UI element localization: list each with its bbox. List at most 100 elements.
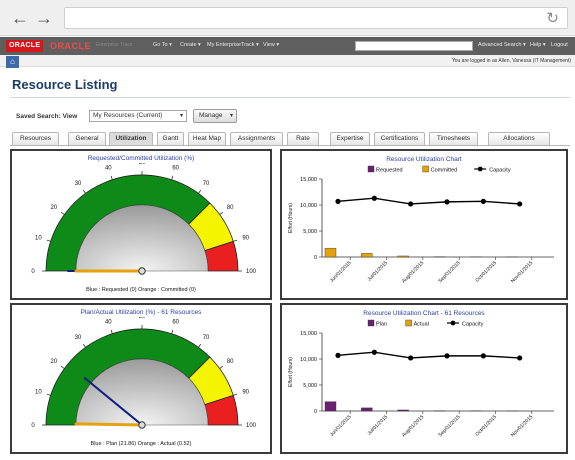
manage-button-label: Manage	[199, 112, 223, 119]
tab-rate[interactable]: Rate	[287, 132, 319, 145]
menu-create[interactable]: Create ▾	[180, 42, 201, 48]
capacity-point	[444, 353, 450, 359]
menu-go-to[interactable]: Go To ▾	[153, 42, 172, 48]
gauge-tick	[60, 365, 65, 369]
capacity-point	[371, 349, 377, 355]
help-link[interactable]: Help ▾	[530, 42, 546, 48]
global-search-input[interactable]	[355, 41, 473, 51]
manage-button[interactable]: Manage ▾	[193, 109, 237, 123]
y-tick-label: 0	[314, 255, 317, 261]
x-tick-label: Jun/01/2015	[329, 260, 353, 284]
tab-assignments[interactable]: Assignments	[230, 132, 283, 145]
plan-actual-gauge-panel: Plan/Actual Utilization (%) - 61 Resourc…	[10, 303, 272, 454]
legend-marker	[450, 320, 456, 326]
gauge-tick	[198, 343, 202, 348]
gauge-tick-label: 70	[203, 335, 210, 341]
gauge-tick	[60, 211, 65, 215]
tabs-divider	[10, 145, 570, 146]
legend-label: Plan	[376, 322, 387, 328]
gauge-tick-label: 100	[246, 269, 257, 275]
bar	[397, 255, 409, 258]
gauge-tick	[82, 343, 86, 348]
logged-in-text: You are logged in as Allen, Vanessa (IT …	[451, 58, 571, 64]
capacity-point	[408, 201, 414, 207]
capacity-point	[517, 201, 523, 207]
resource-utilization-chart: Resource Utilization Chart Requested Commi…	[288, 156, 554, 284]
bar	[324, 247, 337, 258]
view-select[interactable]: My Resources (Current) ▾	[89, 110, 187, 122]
app-header: ORACLE ORACLE Enterprise Track Go To ▾ C…	[0, 37, 575, 55]
view-select-value: My Resources (Current)	[93, 112, 163, 119]
gauge-tick-label: 20	[50, 359, 57, 365]
legend-label: Requested	[376, 168, 403, 174]
browser-toolbar: ← → ↻	[0, 0, 575, 36]
gauge-tick-label: 70	[203, 181, 210, 187]
advanced-search-link[interactable]: Advanced Search ▾	[478, 42, 526, 48]
gauge-caption: Blue : Plan (21.86) Orange : Actual (0.5…	[90, 441, 192, 447]
tab-gantt[interactable]: Gantt	[157, 132, 184, 145]
tab-general[interactable]: General	[68, 132, 106, 145]
address-bar[interactable]: ↻	[64, 7, 568, 29]
y-tick-label: 5,000	[303, 383, 317, 389]
tab-certifications[interactable]: Certifications	[374, 132, 425, 145]
gauge-tick	[233, 239, 238, 242]
bar	[361, 407, 373, 412]
tab-allocations[interactable]: Allocations	[488, 132, 550, 145]
gauge-chart: 0 10 20 30 40 50 60 70 80 90 100	[31, 317, 256, 429]
gauge-tick-label: 60	[172, 165, 179, 171]
menu-my-enterprisetrack[interactable]: My EnterpriseTrack ▾	[207, 42, 259, 48]
back-arrow-icon[interactable]: ←	[10, 8, 30, 28]
capacity-point	[517, 355, 523, 361]
gauge-chart: 0 10 20 30 40 50 60 70 80 90 100	[31, 163, 257, 275]
gauge-tick	[82, 189, 86, 194]
gauge-tick	[110, 175, 113, 180]
bar	[397, 409, 409, 412]
reload-icon[interactable]: ↻	[546, 9, 559, 27]
page-title: Resource Listing	[12, 77, 118, 92]
resource-utilization-plan-actual-chart: Resource Utilization Chart - 61 Resource…	[288, 310, 554, 438]
gauge-tick-label: 0	[31, 423, 35, 429]
home-icon[interactable]: ⌂	[6, 56, 19, 68]
title-divider	[10, 97, 570, 98]
y-axis-label: Effort (Hours)	[288, 357, 294, 387]
gauge-tick-label: 30	[75, 181, 82, 187]
bar	[361, 253, 373, 258]
orange-needle	[74, 422, 144, 427]
logout-link[interactable]: Logout	[551, 42, 568, 48]
legend-label: Actual	[414, 322, 429, 328]
gauge-tick	[171, 329, 174, 334]
chart-title: Resource Utilization Chart - 61 Resource…	[363, 310, 485, 317]
gauge-tick-label: 90	[242, 389, 249, 395]
gauge-tick	[110, 329, 113, 334]
gauge-tick-label: 60	[172, 319, 179, 325]
x-tick-label: Oct/01/2015	[474, 260, 498, 284]
bar	[324, 401, 337, 412]
tab-expertise[interactable]: Expertise	[330, 132, 370, 145]
x-tick-label: Jul/01/2015	[366, 260, 389, 283]
capacity-point	[480, 353, 486, 359]
gauge-tick	[198, 189, 202, 194]
capacity-point	[408, 355, 414, 361]
capacity-point	[444, 199, 450, 205]
tab-heat-map[interactable]: Heat Map	[188, 132, 226, 145]
gauge-tick-label: 10	[35, 235, 42, 241]
gauge-tick-label: 40	[105, 165, 112, 171]
gauge-tick	[46, 239, 51, 242]
chart-title: Resource Utilization Chart	[386, 156, 462, 163]
y-tick-label: 15,000	[300, 177, 317, 183]
x-tick-label: Nov/01/2015	[510, 260, 534, 284]
y-tick-label: 15,000	[300, 331, 317, 337]
tab-resources[interactable]: Resources	[12, 132, 59, 145]
gauge-tick-label: 30	[75, 335, 82, 341]
tab-utilization[interactable]: Utilization	[109, 132, 153, 145]
x-tick-label: Sep/01/2015	[437, 260, 461, 284]
menu-view[interactable]: View ▾	[263, 42, 279, 48]
y-axis-label: Effort (Hours)	[288, 203, 294, 233]
gauge-title: Requested/Committed Utilization (%)	[87, 155, 195, 162]
y-tick-label: 0	[314, 409, 317, 415]
resource-utilization-plan-actual-chart-panel: Resource Utilization Chart - 61 Resource…	[280, 303, 568, 454]
gauge-tick	[46, 393, 51, 396]
tab-timesheets[interactable]: Timesheets	[429, 132, 478, 145]
forward-arrow-icon[interactable]: →	[34, 8, 54, 28]
legend-marker	[477, 166, 483, 172]
